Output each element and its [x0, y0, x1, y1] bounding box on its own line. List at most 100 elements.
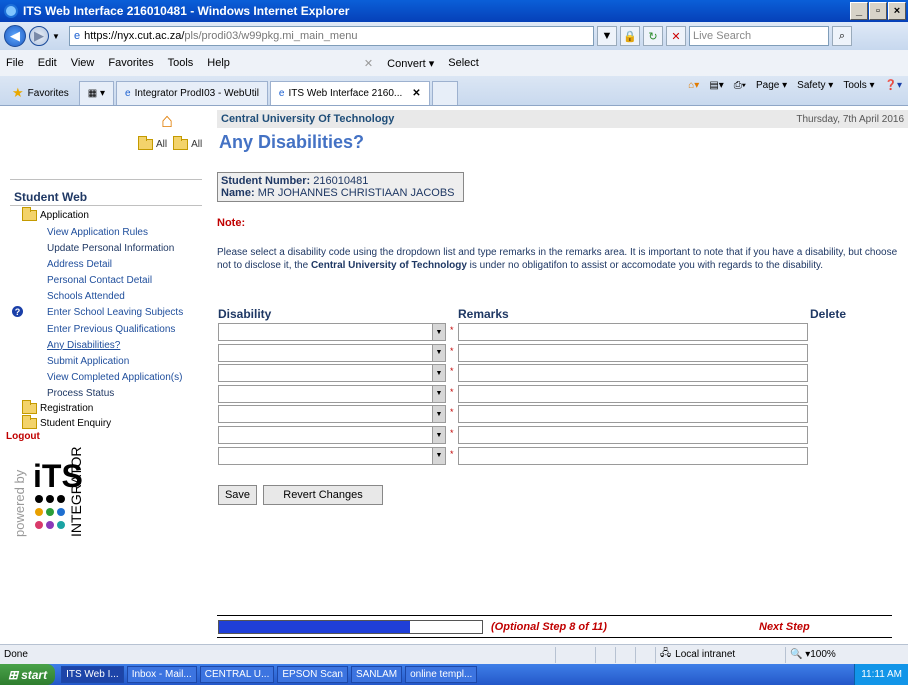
sidebar-item-qualifications[interactable]: Enter Previous Qualifications [47, 322, 183, 338]
search-icon[interactable]: ⌕ [832, 26, 852, 46]
history-dropdown-icon[interactable]: ▼ [52, 32, 66, 41]
remarks-input[interactable] [458, 384, 808, 403]
tab-integrator[interactable]: e Integrator ProdI03 - WebUtil [116, 81, 268, 105]
home-icon[interactable]: ⌂▾ [688, 80, 699, 91]
lock-icon[interactable]: 🔒 [620, 26, 640, 46]
sidebar-item-view-rules[interactable]: View Application Rules [47, 225, 183, 241]
progress-fill [219, 621, 411, 633]
sidebar-item-completed[interactable]: View Completed Application(s) [47, 370, 183, 386]
page-header: Central University Of Technology Thursda… [217, 110, 908, 128]
disability-select[interactable]: ▼ [218, 405, 446, 424]
stop-icon[interactable]: ✕ [666, 26, 686, 46]
taskbar-item-ie[interactable]: ITS Web I... [61, 666, 124, 683]
print-icon[interactable]: ⎙▾ [734, 80, 746, 91]
remarks-input[interactable] [458, 323, 808, 341]
convert-button[interactable]: Convert ▾ [387, 57, 434, 70]
safety-menu[interactable]: Safety ▾ [797, 80, 833, 91]
start-button[interactable]: ⊞ start [0, 664, 56, 685]
remarks-input[interactable] [458, 426, 808, 444]
taskbar-item-epson[interactable]: EPSON Scan [277, 666, 348, 683]
taskbar-item-central-label: CENTRAL U... [204, 669, 270, 680]
disability-row: ▼ * [218, 323, 808, 341]
minimize-button[interactable]: _ [850, 2, 868, 20]
disability-select[interactable]: ▼ [218, 426, 446, 444]
help-icon[interactable]: ❓▾ [885, 80, 902, 91]
remarks-input[interactable] [458, 405, 808, 424]
name-label: Name: [221, 187, 255, 199]
taskbar-item-online[interactable]: online templ... [405, 666, 478, 683]
select-button[interactable]: Select [448, 57, 479, 69]
student-number: 216010481 [313, 175, 369, 187]
revert-changes-button[interactable]: Revert Changes [263, 485, 383, 505]
menu-help[interactable]: Help [207, 57, 230, 69]
page-menu[interactable]: Page ▾ [756, 80, 787, 91]
sidebar-item-school-subjects[interactable]: Enter School Leaving Subjects [47, 305, 183, 321]
quick-tabs-icon[interactable]: ▦ ▾ [78, 81, 115, 105]
tab-its-web[interactable]: e ITS Web Interface 2160... ✕ [269, 81, 430, 105]
remarks-input[interactable] [458, 364, 808, 383]
sidebar-folder-registration[interactable]: Registration [22, 400, 93, 414]
menu-favorites[interactable]: Favorites [108, 57, 153, 69]
chevron-down-icon: ▼ [432, 447, 445, 464]
zoom-control[interactable]: 🔍 ▾ 100% [785, 646, 870, 663]
clock[interactable]: 11:11 AM [861, 669, 902, 680]
disability-select[interactable]: ▼ [218, 384, 446, 403]
taskbar-item-sanlam[interactable]: SANLAM [350, 666, 403, 683]
disability-row: ▼ * [218, 446, 808, 465]
remarks-input[interactable] [458, 446, 808, 465]
forward-button[interactable]: ▶ [29, 26, 49, 46]
next-step-link[interactable]: Next Step [759, 621, 810, 633]
remarks-input[interactable] [458, 343, 808, 362]
expand-collapse-row: All All [138, 136, 202, 151]
student-info-box: Student Number: 216010481 Name: MR JOHAN… [217, 172, 464, 202]
close-button[interactable]: × [888, 2, 906, 20]
collapse-all-button[interactable]: All [173, 136, 202, 150]
menu-file[interactable]: File [6, 57, 24, 69]
menu-view[interactable]: View [71, 57, 95, 69]
tools-menu[interactable]: Tools ▾ [843, 80, 874, 91]
application-label: Application [40, 210, 89, 222]
menu-edit[interactable]: Edit [38, 57, 57, 69]
taskbar-item-central[interactable]: CENTRAL U... [199, 666, 275, 683]
url-protocol: https://nyx.cut.ac.za/ [84, 30, 185, 42]
new-tab-button[interactable] [431, 81, 458, 105]
header-date: Thursday, 7th April 2016 [796, 113, 904, 125]
url-dropdown-icon[interactable]: ▼ [597, 26, 617, 46]
main-content: Central University Of Technology Thursda… [211, 107, 908, 644]
status-text: Done [4, 649, 28, 660]
close-tab-icon[interactable]: ✕ [412, 88, 420, 99]
url-input[interactable]: e https://nyx.cut.ac.za/pls/prodi03/w99p… [69, 26, 594, 46]
expand-all-button[interactable]: All [138, 136, 168, 151]
search-input[interactable]: Live Search [689, 26, 829, 46]
sidebar-item-submit[interactable]: Submit Application [47, 354, 183, 370]
maximize-button[interactable]: ▫ [869, 2, 887, 20]
home-icon[interactable]: ⌂ [161, 110, 173, 133]
sidebar-folder-enquiry[interactable]: Student Enquiry [22, 415, 111, 429]
taskbar-item-inbox[interactable]: Inbox - Mail... [126, 666, 197, 683]
sidebar-item-process-status[interactable]: Process Status [47, 386, 183, 402]
status-cell [555, 646, 595, 663]
feeds-icon[interactable]: ▤▾ [709, 80, 723, 91]
menu-tools[interactable]: Tools [168, 57, 194, 69]
disability-select[interactable]: ▼ [218, 446, 446, 465]
refresh-icon[interactable]: ↻ [643, 26, 663, 46]
sidebar-item-update-personal[interactable]: Update Personal Information [47, 241, 183, 257]
back-button[interactable]: ◀ [4, 25, 26, 47]
sidebar-item-disabilities[interactable]: Any Disabilities? [47, 338, 183, 354]
tab-integrator-label: Integrator ProdI03 - WebUtil [134, 88, 259, 99]
logout-link[interactable]: Logout [6, 431, 40, 442]
required-asterisk: * [450, 407, 454, 418]
system-tray: 11:11 AM [854, 664, 908, 685]
help-icon[interactable]: ? [12, 306, 23, 317]
favorites-button[interactable]: ★ Favorites [4, 81, 77, 105]
sidebar-item-address[interactable]: Address Detail [47, 257, 183, 273]
sidebar-item-schools[interactable]: Schools Attended [47, 289, 183, 305]
close-icon[interactable]: ✕ [364, 57, 373, 70]
disability-select[interactable]: ▼ [218, 364, 446, 383]
sidebar-folder-application[interactable]: Application [22, 207, 89, 222]
disability-select[interactable]: ▼ [218, 343, 446, 362]
sidebar-item-contact[interactable]: Personal Contact Detail [47, 273, 183, 289]
expand-all-label: All [156, 139, 168, 151]
save-button[interactable]: Save [218, 485, 257, 505]
disability-select[interactable]: ▼ [218, 323, 446, 341]
